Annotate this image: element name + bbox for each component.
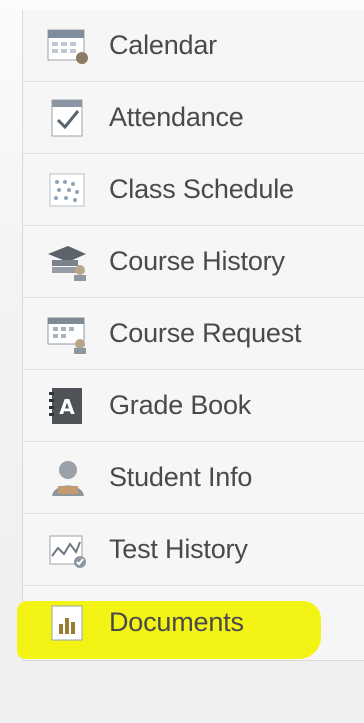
- menu-item-label: Test History: [109, 534, 248, 564]
- menu-item-documents[interactable]: Documents: [23, 586, 364, 658]
- student-info-icon: [41, 451, 95, 505]
- menu-item-student-info[interactable]: Student Info: [23, 442, 364, 514]
- course-request-icon: [41, 307, 95, 361]
- svg-text:A: A: [59, 395, 75, 419]
- menu-item-grade-book[interactable]: A Grade Book: [23, 370, 364, 442]
- menu-item-calendar[interactable]: Calendar: [23, 10, 364, 82]
- menu-item-test-history[interactable]: Test History: [23, 514, 364, 586]
- menu-item-label: Course History: [109, 246, 285, 276]
- menu-item-label: Documents: [109, 606, 244, 637]
- menu-item-label: Course Request: [109, 318, 302, 348]
- menu-item-course-request[interactable]: Course Request: [23, 298, 364, 370]
- course-history-icon: [41, 235, 95, 289]
- documents-icon: [41, 595, 95, 649]
- menu-item-attendance[interactable]: Attendance: [23, 82, 364, 154]
- menu-item-label: Grade Book: [109, 390, 252, 420]
- menu-item-class-schedule[interactable]: Class Schedule: [23, 154, 364, 226]
- menu-item-course-history[interactable]: Course History: [23, 226, 364, 298]
- bottom-area: [0, 662, 364, 723]
- menu-item-label: Attendance: [109, 102, 244, 132]
- class-schedule-icon: [41, 163, 95, 217]
- menu-item-label: Student Info: [109, 462, 253, 492]
- menu-item-label: Calendar: [109, 30, 217, 60]
- test-history-icon: [41, 523, 95, 577]
- grade-book-icon: A: [41, 379, 95, 433]
- side-menu: Calendar Attendance Class Schedule Cours…: [17, 10, 364, 661]
- attendance-icon: [41, 91, 95, 145]
- calendar-icon: [41, 19, 95, 73]
- menu-item-label: Class Schedule: [109, 174, 294, 204]
